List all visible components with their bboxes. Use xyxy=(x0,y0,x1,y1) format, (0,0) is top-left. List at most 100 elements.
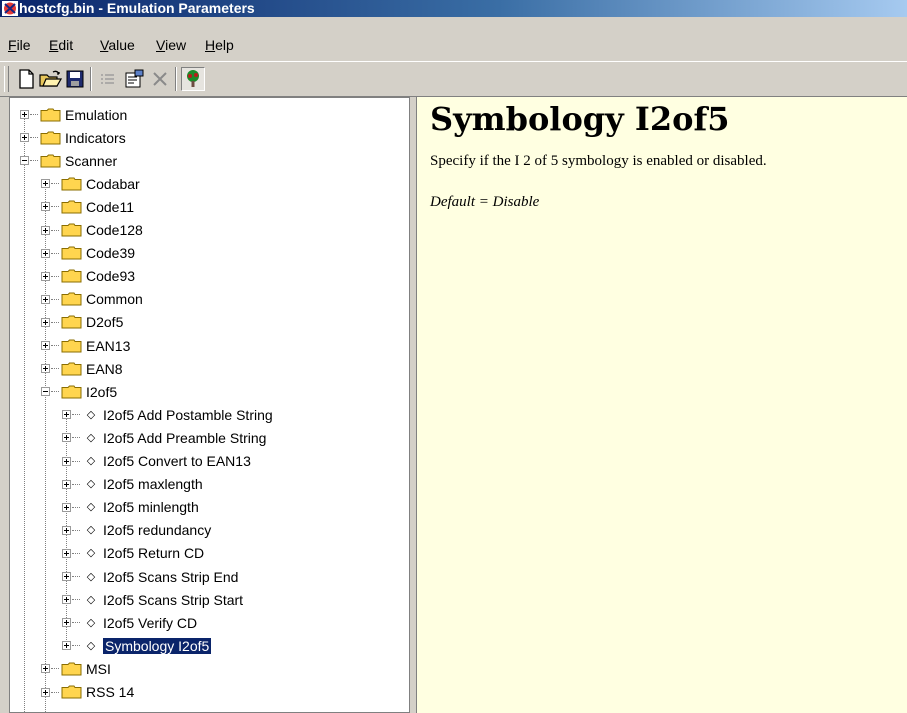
tree-parameter-item[interactable]: ◇ I2of5 Scans Strip End xyxy=(62,565,238,588)
collapse-icon[interactable] xyxy=(20,156,29,166)
tree-connector-line xyxy=(72,460,80,462)
expand-icon[interactable] xyxy=(62,618,71,628)
tree-view[interactable]: Emulation Indicators Scanner Codabar Code11 C… xyxy=(9,97,410,713)
toolbar xyxy=(0,61,907,97)
tree-parameter-item[interactable]: ◇ I2of5 Return CD xyxy=(62,542,204,565)
tree-folder-item[interactable]: Common xyxy=(41,288,143,311)
expand-icon[interactable] xyxy=(62,410,71,420)
tree-item-label: I2of5 Scans Strip Start xyxy=(103,591,244,608)
expand-icon[interactable] xyxy=(41,294,50,304)
tree-folder-item[interactable]: RSS 14 xyxy=(41,681,134,704)
tree-parameter-item[interactable]: ◇ I2of5 redundancy xyxy=(62,519,211,542)
tree-connector-line xyxy=(72,483,80,485)
menu-edit[interactable]: Edit xyxy=(49,36,73,54)
tree-folder-item[interactable]: Code93 xyxy=(41,265,135,288)
tree-item-label: I2of5 Add Postamble String xyxy=(103,406,273,423)
expand-icon[interactable] xyxy=(62,433,71,443)
expand-icon[interactable] xyxy=(41,225,50,235)
tree-item-label: Symbology I2of5 xyxy=(101,636,213,655)
expand-icon[interactable] xyxy=(41,687,50,697)
collapse-icon[interactable] xyxy=(41,387,50,397)
properties-icon[interactable] xyxy=(122,67,146,91)
new-icon[interactable] xyxy=(14,67,38,91)
tree-folder-item[interactable]: Codabar xyxy=(41,172,140,195)
toolbar-grip[interactable] xyxy=(4,66,9,92)
expand-icon[interactable] xyxy=(62,525,71,535)
toolbar-separator xyxy=(175,67,177,91)
expand-icon[interactable] xyxy=(62,479,71,489)
tree-folder-item[interactable]: Code128 xyxy=(41,219,143,242)
menu-value[interactable]: Value xyxy=(100,36,135,54)
folder-icon xyxy=(61,315,82,329)
tree-item-label: Code128 xyxy=(86,222,143,238)
tree-parameter-item[interactable]: ◇ I2of5 Convert to EAN13 xyxy=(62,450,251,473)
expand-icon[interactable] xyxy=(41,341,50,350)
parameter-icon: ◇ xyxy=(86,524,96,537)
parameter-icon: ◇ xyxy=(86,547,96,560)
save-icon[interactable] xyxy=(63,67,87,91)
list-icon[interactable] xyxy=(96,67,120,91)
tree-item-label: I2of5 Convert to EAN13 xyxy=(103,453,251,469)
tree-parameter-item[interactable]: ◇ I2of5 Verify CD xyxy=(62,611,197,634)
tree-item-label: I2of5 Scans Strip End xyxy=(103,568,239,585)
tree-folder-item[interactable]: Code11 xyxy=(41,195,134,218)
tree-connector-line xyxy=(51,345,59,346)
tree-connector-line xyxy=(51,391,59,393)
tree-item-label: Emulation xyxy=(65,106,128,123)
tree-folder-item[interactable]: Code39 xyxy=(41,242,135,265)
expand-icon[interactable] xyxy=(62,595,71,605)
expand-icon[interactable] xyxy=(41,248,50,258)
parameter-icon: ◇ xyxy=(86,455,96,467)
menu-file[interactable]: File xyxy=(8,36,31,54)
tree-connector-line xyxy=(72,645,80,647)
expand-icon[interactable] xyxy=(41,364,50,374)
tree-parameter-item[interactable]: ◇ Symbology I2of5 xyxy=(62,634,213,657)
expand-icon[interactable] xyxy=(62,502,71,512)
folder-icon xyxy=(61,362,82,376)
tree-parameter-item[interactable]: ◇ I2of5 Add Preamble String xyxy=(62,426,266,449)
expand-icon[interactable] xyxy=(41,271,50,281)
expand-icon[interactable] xyxy=(41,317,50,327)
tree-parameter-item[interactable]: ◇ I2of5 minlength xyxy=(62,496,199,519)
folder-icon xyxy=(40,131,61,145)
tree-folder-item[interactable]: Indicators xyxy=(20,126,126,149)
tree-folder-item[interactable]: Scanner xyxy=(20,149,117,172)
tree-connector-line xyxy=(30,160,38,162)
tree-icon[interactable] xyxy=(181,67,205,91)
tree-parameter-item[interactable]: ◇ I2of5 maxlength xyxy=(62,473,203,496)
title-bar: hostcfg.bin - Emulation Parameters xyxy=(0,0,907,17)
parameter-icon: ◇ xyxy=(86,639,96,652)
tree-folder-item[interactable]: Emulation xyxy=(20,103,127,126)
menu-view[interactable]: View xyxy=(156,36,186,54)
tree-folder-item[interactable]: EAN13 xyxy=(41,334,130,357)
folder-icon xyxy=(40,154,61,168)
delete-icon[interactable] xyxy=(148,67,172,91)
expand-icon[interactable] xyxy=(20,133,29,143)
tree-folder-item[interactable]: D2of5 xyxy=(41,311,123,334)
expand-icon[interactable] xyxy=(62,548,71,558)
expand-icon[interactable] xyxy=(62,641,71,651)
expand-icon[interactable] xyxy=(62,572,71,581)
tree-item-label: RSS 14 xyxy=(86,684,135,700)
expand-icon[interactable] xyxy=(62,456,71,466)
tree-folder-item[interactable]: EAN8 xyxy=(41,357,123,380)
menu-help[interactable]: Help xyxy=(205,36,234,54)
tree-parameter-item[interactable]: ◇ I2of5 Add Postamble String xyxy=(62,403,273,426)
tree-folder-item[interactable]: MSI xyxy=(41,657,111,680)
tree-connector-line xyxy=(51,275,59,277)
tree-parameter-item[interactable]: ◇ I2of5 Scans Strip Start xyxy=(62,588,243,611)
expand-icon[interactable] xyxy=(41,664,50,674)
open-icon[interactable] xyxy=(38,67,62,91)
menu-bar: File Edit Value View Help xyxy=(0,17,907,60)
tree-folder-item[interactable]: I2of5 xyxy=(41,380,117,403)
expand-icon[interactable] xyxy=(41,179,50,189)
tree-connector-line xyxy=(72,576,80,577)
tree-item-label: I2of5 minlength xyxy=(103,499,199,516)
folder-icon xyxy=(61,269,82,283)
expand-icon[interactable] xyxy=(41,202,50,212)
expand-icon[interactable] xyxy=(20,110,29,119)
tree-connector-line xyxy=(72,414,80,416)
tree-connector-line xyxy=(51,668,59,670)
window-title: hostcfg.bin - Emulation Parameters xyxy=(19,0,255,16)
tree-item-label: EAN8 xyxy=(86,360,123,377)
